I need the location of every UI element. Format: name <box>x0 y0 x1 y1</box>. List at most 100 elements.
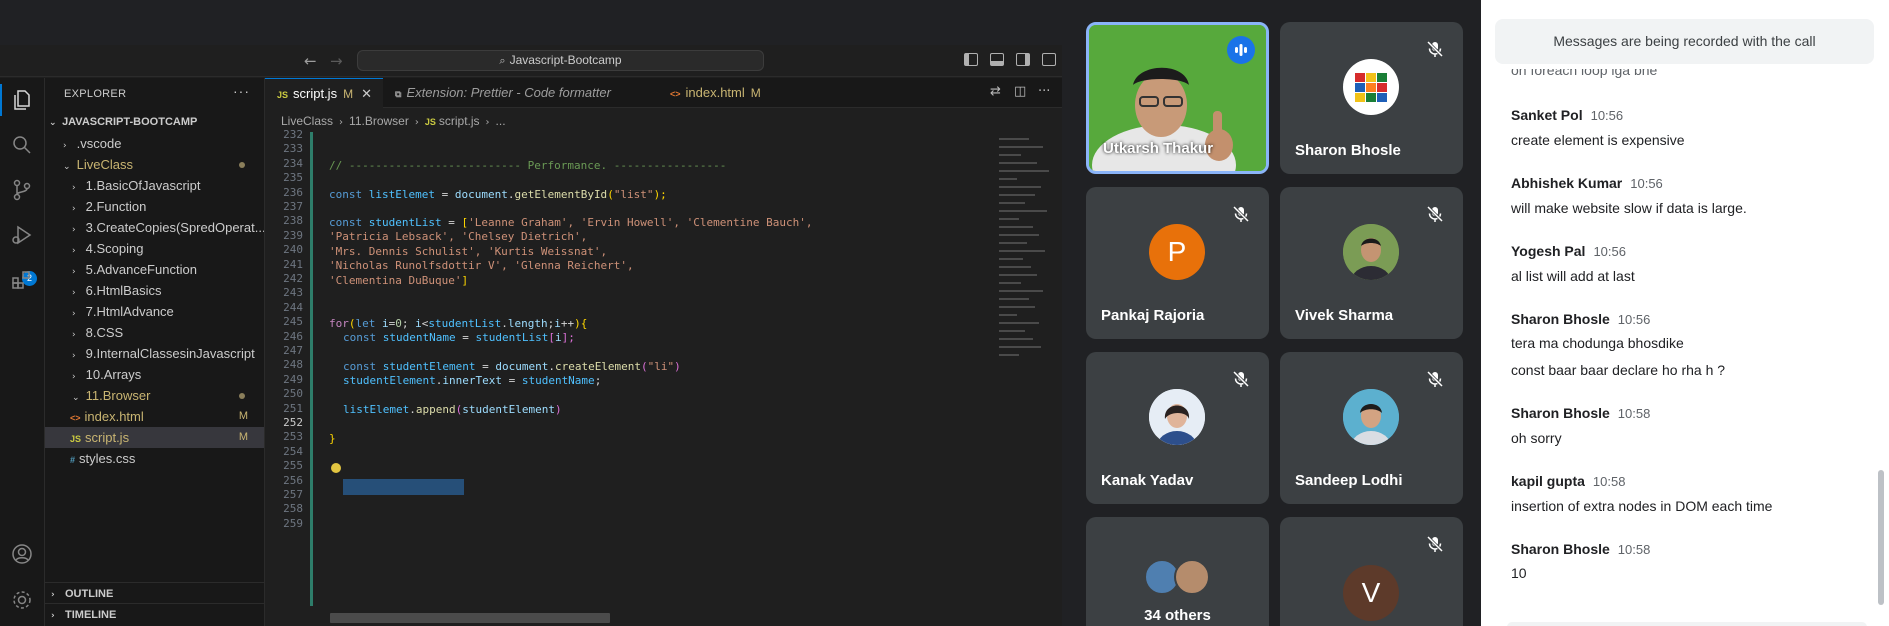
modified-dot <box>239 393 245 399</box>
extensions-icon[interactable] <box>10 268 34 292</box>
tree-folder[interactable]: › 10.Arrays <box>45 364 264 385</box>
search-text: Javascript-Bootcamp <box>509 53 622 67</box>
breadcrumb-item[interactable]: 11.Browser <box>349 114 409 128</box>
mic-off-icon <box>1232 205 1250 223</box>
timeline-section[interactable]: › TIMELINE <box>45 603 264 625</box>
tree-folder-vscode[interactable]: › .vscode <box>45 133 264 154</box>
tree-label: 10.Arrays <box>85 367 142 382</box>
participant-tile[interactable]: Utkarsh Thakur <box>1086 22 1269 174</box>
tree-file-index-html[interactable]: <> index.html M <box>45 406 264 427</box>
breadcrumb-item[interactable]: script.js <box>439 114 480 128</box>
tree-folder[interactable]: › 4.Scoping <box>45 238 264 259</box>
sender-name: Sharon Bhosle <box>1511 541 1610 557</box>
tree-folder[interactable]: › 6.HtmlBasics <box>45 280 264 301</box>
token: getElementById <box>514 188 608 201</box>
tree-file-styles-css[interactable]: # styles.css <box>45 448 264 469</box>
tree-folder[interactable]: › 7.HtmlAdvance <box>45 301 264 322</box>
avatar: V <box>1343 565 1399 621</box>
minimap-line <box>999 274 1037 276</box>
source-control-icon[interactable] <box>10 178 34 202</box>
editor-tabs: JS script.js M ✕ ⧉ Extension: Prettier - Cod… <box>265 78 1062 108</box>
token: const <box>343 331 377 344</box>
tree-folder[interactable]: › 2.Function <box>45 196 264 217</box>
token: listElemet <box>343 403 410 416</box>
tree-label: 9.InternalClassesinJavascript <box>85 346 255 361</box>
token: ); <box>653 188 667 201</box>
tree-folder[interactable]: › 1.BasicOfJavascript <box>45 175 264 196</box>
toggle-sidebar-icon[interactable] <box>964 53 978 66</box>
tab-script-js[interactable]: JS script.js M ✕ <box>265 78 383 108</box>
tree-label: .vscode <box>76 136 122 151</box>
more-actions-icon[interactable]: ··· <box>233 83 250 99</box>
tree-folder-liveclass[interactable]: ⌄ LiveClass <box>45 154 264 175</box>
outline-section[interactable]: › OUTLINE <box>45 582 264 604</box>
participant-name: Sharon Bhosle <box>1295 142 1401 159</box>
tree-folder[interactable]: › 9.InternalClassesinJavascript <box>45 343 264 364</box>
tree-label: 11.Browser <box>85 388 151 403</box>
message-sender: Sharon Bhosle 10:56 <box>1511 311 1650 327</box>
others-tile[interactable]: 34 others <box>1086 517 1269 626</box>
tab-index-html[interactable]: <> index.html M <box>658 78 778 108</box>
participant-tile[interactable]: P Pankaj Rajoria <box>1086 187 1269 339</box>
breadcrumb-item[interactable]: ... <box>496 114 506 128</box>
tree-folder[interactable]: › 5.AdvanceFunction <box>45 259 264 280</box>
token: 'Clementina DuBuque' <box>329 274 462 287</box>
chat-scrollbar[interactable] <box>1878 470 1884 605</box>
code-editor[interactable]: 232 233 234 235 236 237 238 239 240 241 242 243 244 2… <box>265 128 995 626</box>
tree-folder[interactable]: › 8.CSS <box>45 322 264 343</box>
participant-tile[interactable]: Kanak Yadav <box>1086 352 1269 504</box>
tree-label: index.html <box>84 409 144 424</box>
avatar <box>1343 59 1399 115</box>
minimap-line <box>999 146 1043 148</box>
run-debug-icon[interactable] <box>10 223 34 247</box>
horizontal-scrollbar[interactable] <box>330 613 610 623</box>
forward-arrow-icon[interactable]: → <box>330 52 343 70</box>
close-icon[interactable]: ✕ <box>361 87 372 102</box>
explorer-files-icon[interactable] <box>10 88 34 112</box>
message-input[interactable] <box>1507 622 1867 626</box>
manage-gear-icon[interactable] <box>10 588 34 612</box>
participant-tile[interactable]: V <box>1280 517 1463 626</box>
minimap-line <box>999 194 1035 196</box>
sender-name: Sharon Bhosle <box>1511 311 1610 327</box>
split-editor-icon[interactable]: ◫ <box>1014 84 1026 99</box>
message-text: will make website slow if data is large. <box>1511 200 1747 216</box>
compare-changes-icon[interactable]: ⇄ <box>990 84 1001 99</box>
search-icon[interactable] <box>10 133 34 157</box>
message-sender: Sharon Bhosle 10:58 <box>1511 405 1650 421</box>
html-file-icon: <> <box>70 413 81 423</box>
toggle-secondary-sidebar-icon[interactable] <box>1016 53 1030 66</box>
message-sender: Sanket Pol 10:56 <box>1511 107 1623 123</box>
minimap-line <box>999 314 1017 316</box>
participant-name: Pankaj Rajoria <box>1101 307 1205 324</box>
minimap-line <box>999 138 1029 140</box>
code-line-254: } <box>329 432 336 445</box>
minimap-line <box>999 154 1021 156</box>
more-actions-icon[interactable]: ··· <box>1038 84 1050 99</box>
tree-folder-browser[interactable]: ⌄ 11.Browser <box>45 385 264 406</box>
customize-layout-icon[interactable] <box>1042 53 1056 66</box>
code-line-247: const studentName = studentList[i]; <box>343 329 575 346</box>
participant-tile[interactable]: Sharon Bhosle <box>1280 22 1463 174</box>
code-line-233: // -------------------------- Performanc… <box>329 159 727 172</box>
participant-tile[interactable]: Sandeep Lodhi <box>1280 352 1463 504</box>
lightbulb-icon[interactable] <box>331 463 341 473</box>
accounts-icon[interactable] <box>10 542 34 566</box>
modified-dot <box>239 162 245 168</box>
chat-panel: on foreach loop iga bhe Messages are bei… <box>1481 0 1889 626</box>
tab-prettier-extension[interactable]: ⧉ Extension: Prettier - Code formatter <box>383 78 645 108</box>
toggle-panel-icon[interactable] <box>990 53 1004 66</box>
minimap-line <box>999 178 1017 180</box>
participant-tile[interactable]: Vivek Sharma <box>1280 187 1463 339</box>
meeting-screen: ← → ⌕ Javascript-Bootcamp 2 EXPLORER ···… <box>0 0 1889 626</box>
workspace-root[interactable]: ⌄ JAVASCRIPT-BOOTCAMP <box>45 112 264 133</box>
token: studentList <box>475 331 549 344</box>
participant-name: Sandeep Lodhi <box>1295 472 1403 489</box>
minimap[interactable] <box>995 132 1062 626</box>
sender-name: Yogesh Pal <box>1511 243 1586 259</box>
tree-file-script-js[interactable]: JS script.js M <box>45 427 264 448</box>
back-arrow-icon[interactable]: ← <box>304 52 317 70</box>
command-center-search[interactable]: ⌕ Javascript-Bootcamp <box>357 50 764 71</box>
tree-folder[interactable]: › 3.CreateCopies(SpredOperat... <box>45 217 264 238</box>
